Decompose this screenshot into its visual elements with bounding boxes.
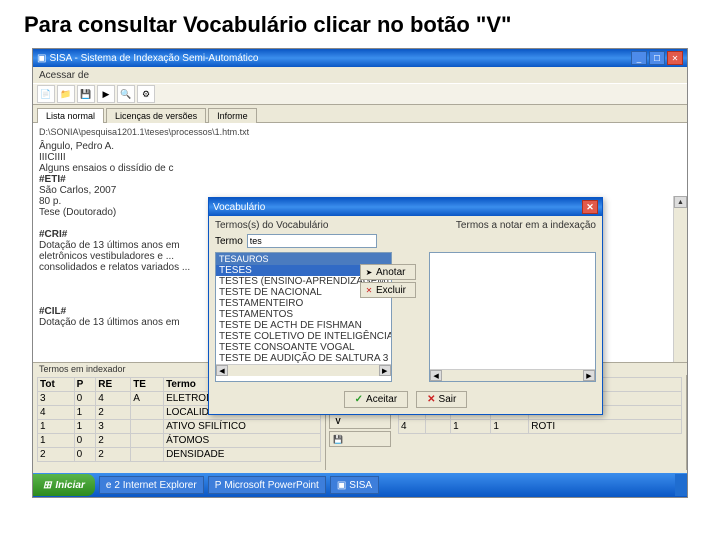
list-item[interactable]: TESTE DE AUDIÇÃO DE SALTURA 3 xyxy=(216,353,391,364)
app-titlebar: ▣ SISA - Sistema de Indexação Semi-Autom… xyxy=(33,49,687,67)
save-button[interactable]: 💾 xyxy=(329,431,391,447)
doc-cri: #CRI# xyxy=(39,229,67,240)
minimize-button[interactable]: _ xyxy=(631,51,647,65)
v-icon: V xyxy=(333,416,343,426)
annotation-listbox[interactable]: ◀▶ xyxy=(429,252,596,382)
doc-filetag: IIICIIII xyxy=(39,152,681,163)
doc-vscrollbar[interactable]: ▲ ▼ xyxy=(673,196,687,363)
slide-title: Para consultar Vocabulário clicar no bot… xyxy=(0,0,720,46)
scroll-left-icon[interactable]: ◀ xyxy=(430,370,442,381)
termo-input[interactable] xyxy=(247,234,377,248)
list-item[interactable]: TESTAMENTOS xyxy=(216,309,391,320)
taskbar-item[interactable]: e2 Internet Explorer xyxy=(99,476,204,494)
taskbar-item[interactable]: ▣SISA xyxy=(330,476,379,494)
list-item[interactable]: TESTE COLETIVO DE INTELIGÊNCIA PARA ADUL xyxy=(216,331,391,342)
tab-licencas[interactable]: Licenças de versões xyxy=(106,108,206,123)
doc-cil: #CIL# xyxy=(39,306,66,317)
scroll-right-icon[interactable]: ▶ xyxy=(583,370,595,381)
toolbar-icon-2[interactable]: 📁 xyxy=(57,85,75,103)
tab-informe[interactable]: Informe xyxy=(208,108,257,123)
toolbar: 📄 📁 💾 ▶ 🔍 ⚙ xyxy=(33,83,687,105)
doc-loc: São Carlos, 2007 xyxy=(39,185,681,196)
arrow-right-icon: ➤ xyxy=(364,267,374,277)
list-item[interactable]: TESTAMENTEIRO xyxy=(216,298,391,309)
anotar-button[interactable]: ➤Anotar xyxy=(360,264,416,280)
table-row[interactable]: 411ROTI xyxy=(399,420,682,434)
dialog-title: Vocabulário xyxy=(213,202,582,213)
scroll-left-icon[interactable]: ◀ xyxy=(216,365,228,376)
app-icon: ▣ xyxy=(337,480,346,491)
save-icon: 💾 xyxy=(333,434,343,444)
excluir-modal-button[interactable]: ✕Excluir xyxy=(360,282,416,298)
taskbar: ⊞ Iniciar e2 Internet Explorer PMicrosof… xyxy=(33,473,687,497)
doc-path: D:\SONIA\pesquisa1201.1\teses\processos\… xyxy=(39,127,681,137)
toolbar-icon-1[interactable]: 📄 xyxy=(37,85,55,103)
app-icon: ▣ xyxy=(37,53,46,64)
toolbar-icon-5[interactable]: 🔍 xyxy=(117,85,135,103)
table-row[interactable]: 102ÁTOMOS xyxy=(38,434,321,448)
start-button[interactable]: ⊞ Iniciar xyxy=(33,474,95,496)
tab-listanormal[interactable]: Lista normal xyxy=(37,108,104,123)
right-label: Termos a notar em a indexação xyxy=(456,220,596,231)
left-label: Termos(s) do Vocabulário xyxy=(215,220,328,231)
check-icon: ✓ xyxy=(355,394,363,405)
system-tray[interactable] xyxy=(675,474,687,496)
app-title: ▣ SISA - Sistema de Indexação Semi-Autom… xyxy=(37,53,631,64)
table-row[interactable]: 202DENSIDADE xyxy=(38,448,321,462)
maximize-button[interactable]: ☐ xyxy=(649,51,665,65)
doc-line1: Alguns ensaios o dissídio de c xyxy=(39,163,681,174)
table-row[interactable]: 113ATIVO SFILÍTICO xyxy=(38,420,321,434)
list-item[interactable]: TESTE DE ACTH DE FISHMAN xyxy=(216,320,391,331)
sair-button[interactable]: ✕Sair xyxy=(416,391,467,408)
menubar: Acessar de xyxy=(33,67,687,83)
lth3[interactable]: TE xyxy=(131,378,164,392)
lth0[interactable]: Tot xyxy=(38,378,75,392)
scroll-up-icon[interactable]: ▲ xyxy=(674,196,687,208)
close-button[interactable]: ✕ xyxy=(667,51,683,65)
app-window: ▣ SISA - Sistema de Indexação Semi-Autom… xyxy=(32,48,688,498)
toolbar-icon-4[interactable]: ▶ xyxy=(97,85,115,103)
x-icon: ✕ xyxy=(427,394,435,405)
dialog-titlebar: Vocabulário ✕ xyxy=(209,198,602,216)
lth1[interactable]: P xyxy=(74,378,96,392)
scroll-right-icon[interactable]: ▶ xyxy=(379,365,391,376)
dialog-body: Termos(s) do Vocabulário Termos a notar … xyxy=(209,216,602,386)
dialog-footer: ✓Aceitar ✕Sair xyxy=(209,386,602,414)
vocabulario-dialog: Vocabulário ✕ Termos(s) do Vocabulário T… xyxy=(208,197,603,415)
menu-acessar[interactable]: Acessar de xyxy=(39,70,89,81)
ppt-icon: P xyxy=(215,480,222,491)
termo-label: Termo xyxy=(215,236,243,247)
list-item[interactable]: TESTE CONSOANTE VOGAL xyxy=(216,342,391,353)
doc-eti: #ETI# xyxy=(39,174,66,185)
taskbar-item[interactable]: PMicrosoft PowerPoint xyxy=(208,476,326,494)
tabstrip: Lista normal Licenças de versões Informe xyxy=(33,105,687,123)
lth2[interactable]: RE xyxy=(96,378,131,392)
toolbar-icon-6[interactable]: ⚙ xyxy=(137,85,155,103)
x-icon: ✕ xyxy=(364,285,374,295)
v-button[interactable]: V xyxy=(329,413,391,429)
toolbar-icon-3[interactable]: 💾 xyxy=(77,85,95,103)
doc-author: Ângulo, Pedro A. xyxy=(39,141,681,152)
dialog-close-button[interactable]: ✕ xyxy=(582,200,598,214)
ie-icon: e xyxy=(106,480,112,491)
aceitar-button[interactable]: ✓Aceitar xyxy=(344,391,409,408)
app-title-text: SISA - Sistema de Indexação Semi-Automát… xyxy=(49,53,258,64)
windows-icon: ⊞ xyxy=(43,480,51,491)
